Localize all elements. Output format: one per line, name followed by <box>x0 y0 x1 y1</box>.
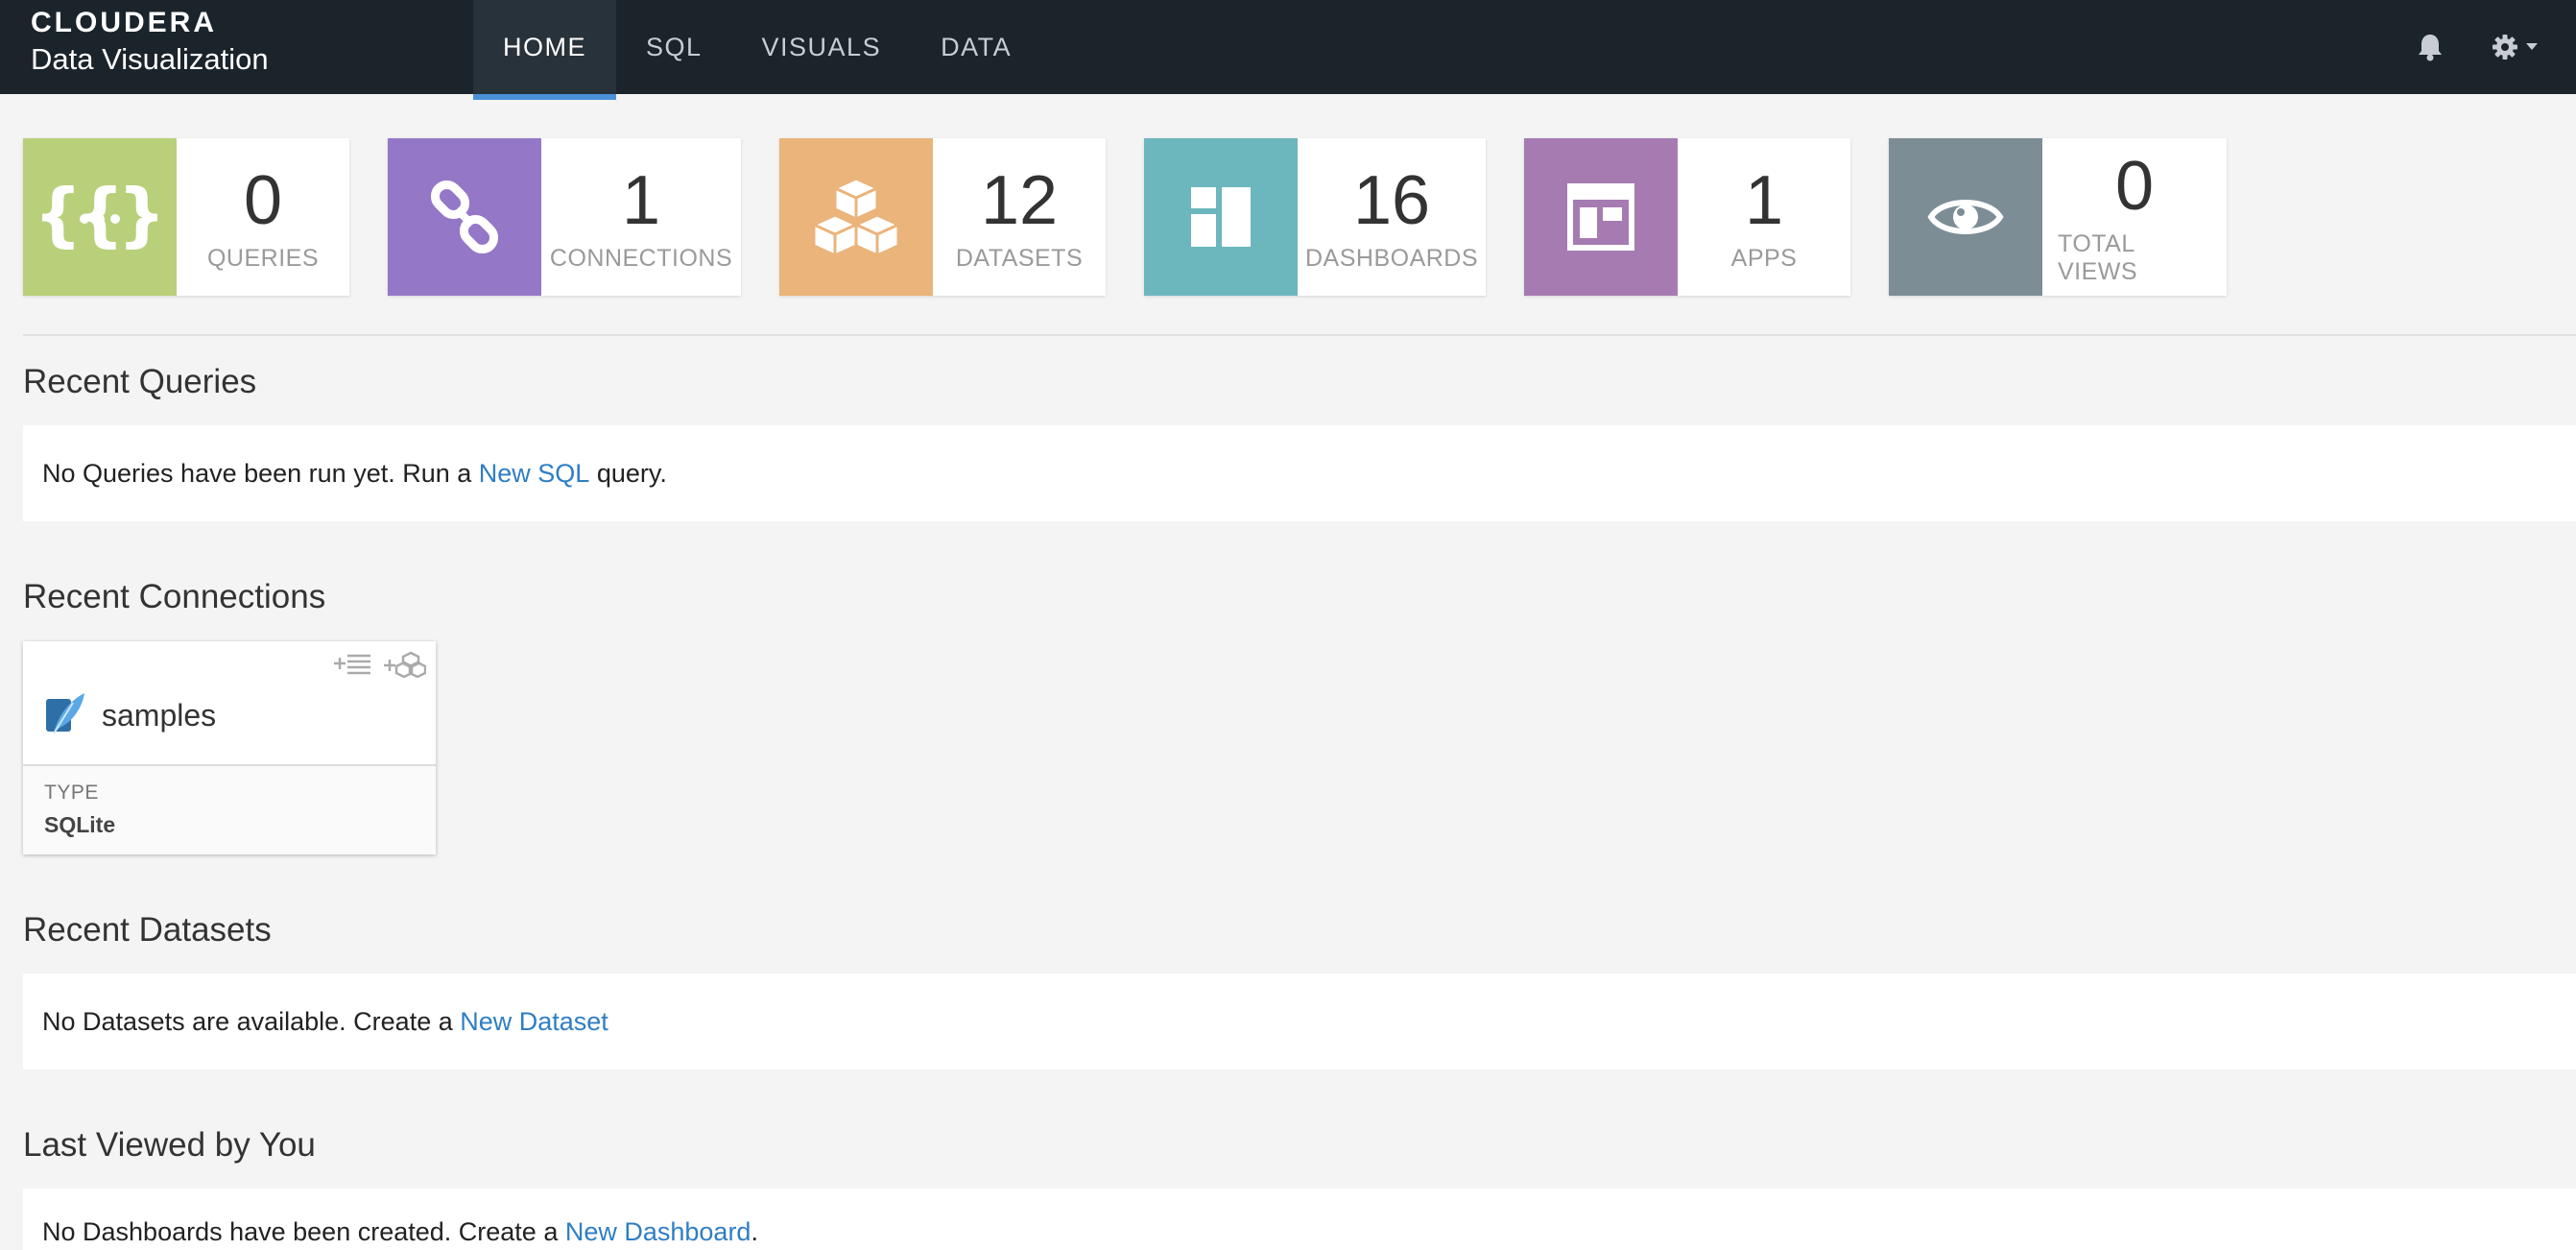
stat-value: 1 <box>1744 161 1784 239</box>
svg-text:{: { <box>42 179 83 254</box>
sqlite-feather-icon <box>44 691 86 740</box>
divider <box>23 334 2576 336</box>
stat-apps[interactable]: 1 APPS <box>1524 138 1850 296</box>
stat-dashboards[interactable]: 16 DASHBOARDS <box>1144 138 1486 296</box>
connection-header: samples <box>44 691 216 740</box>
app-window-icon <box>1524 138 1678 296</box>
connection-type-label: TYPE <box>44 781 99 804</box>
caret-down-icon <box>2526 43 2538 51</box>
empty-message-suffix: . <box>751 1217 758 1246</box>
stat-label: CONNECTIONS <box>549 244 733 272</box>
new-dataset-icon[interactable] <box>382 651 427 683</box>
stat-label: TOTAL VIEWS <box>2058 230 2138 285</box>
recent-datasets-panel: No Datasets are available. Create a New … <box>23 974 2576 1070</box>
stat-connections[interactable]: 1 CONNECTIONS <box>388 138 741 296</box>
connection-name: samples <box>102 698 217 733</box>
svg-text:}: } <box>117 179 157 254</box>
connection-card[interactable]: samples TYPE SQLite <box>23 641 436 854</box>
product-name: Data Visualization <box>31 42 269 76</box>
recent-queries-panel: No Queries have been run yet. Run a New … <box>23 425 2576 521</box>
new-sql-link[interactable]: New SQL <box>479 459 590 489</box>
dashboard-icon <box>1144 138 1298 296</box>
nav-visuals[interactable]: VISUALS <box>732 0 912 94</box>
stat-label: QUERIES <box>206 244 320 272</box>
new-dashboard-link[interactable]: New Dashboard <box>565 1217 751 1247</box>
stats-row: { } { 0 QUERIES 1 CONNECTIONS <box>23 138 2265 296</box>
new-sql-icon[interactable] <box>332 651 372 683</box>
brand-logo[interactable]: CLOUDERA Data Visualization <box>31 6 269 79</box>
stat-queries[interactable]: { } { 0 QUERIES <box>23 138 349 296</box>
empty-message: No Dashboards have been created. Create … <box>42 1217 565 1246</box>
brand-name: CLOUDERA <box>31 7 217 38</box>
gear-icon <box>2492 34 2518 60</box>
section-title-recent-connections: Recent Connections <box>23 578 326 615</box>
stat-value: 1 <box>621 161 661 239</box>
connection-actions <box>332 651 427 683</box>
empty-message: No Datasets are available. Create a <box>42 1006 461 1036</box>
stat-value: 0 <box>2114 148 2155 225</box>
top-right-icons <box>2417 0 2538 94</box>
stat-label: APPS <box>1730 244 1798 272</box>
stat-label: DATASETS <box>955 244 1084 272</box>
stat-total-views[interactable]: 0 TOTAL VIEWS <box>1889 138 2227 296</box>
settings-menu[interactable] <box>2492 34 2538 60</box>
new-dataset-link[interactable]: New Dataset <box>460 1007 608 1037</box>
stat-value: 12 <box>980 161 1059 239</box>
eye-icon <box>1889 138 2042 296</box>
braces-icon: { } { <box>23 138 177 296</box>
section-title-recent-datasets: Recent Datasets <box>23 911 272 949</box>
stat-datasets[interactable]: 12 DATASETS <box>779 138 1106 296</box>
main-nav: HOME SQL VISUALS DATA <box>473 0 1041 100</box>
empty-message: No Queries have been run yet. Run a <box>42 458 479 488</box>
connection-type-value: SQLite <box>44 812 116 837</box>
empty-message-suffix: query. <box>589 458 667 488</box>
last-viewed-panel: No Dashboards have been created. Create … <box>23 1189 2576 1250</box>
stat-value: 16 <box>1352 161 1431 239</box>
nav-data[interactable]: DATA <box>911 0 1041 94</box>
bell-icon[interactable] <box>2417 33 2444 61</box>
connection-details: TYPE SQLite <box>23 764 436 854</box>
section-title-recent-queries: Recent Queries <box>23 363 257 400</box>
cubes-icon <box>779 138 933 296</box>
nav-sql[interactable]: SQL <box>616 0 732 94</box>
stat-value: 0 <box>243 161 283 239</box>
nav-home[interactable]: HOME <box>473 0 616 100</box>
stat-label: DASHBOARDS <box>1304 244 1479 272</box>
section-title-last-viewed: Last Viewed by You <box>23 1126 316 1164</box>
top-navbar: CLOUDERA Data Visualization HOME SQL VIS… <box>0 0 2576 100</box>
link-icon <box>388 138 541 296</box>
